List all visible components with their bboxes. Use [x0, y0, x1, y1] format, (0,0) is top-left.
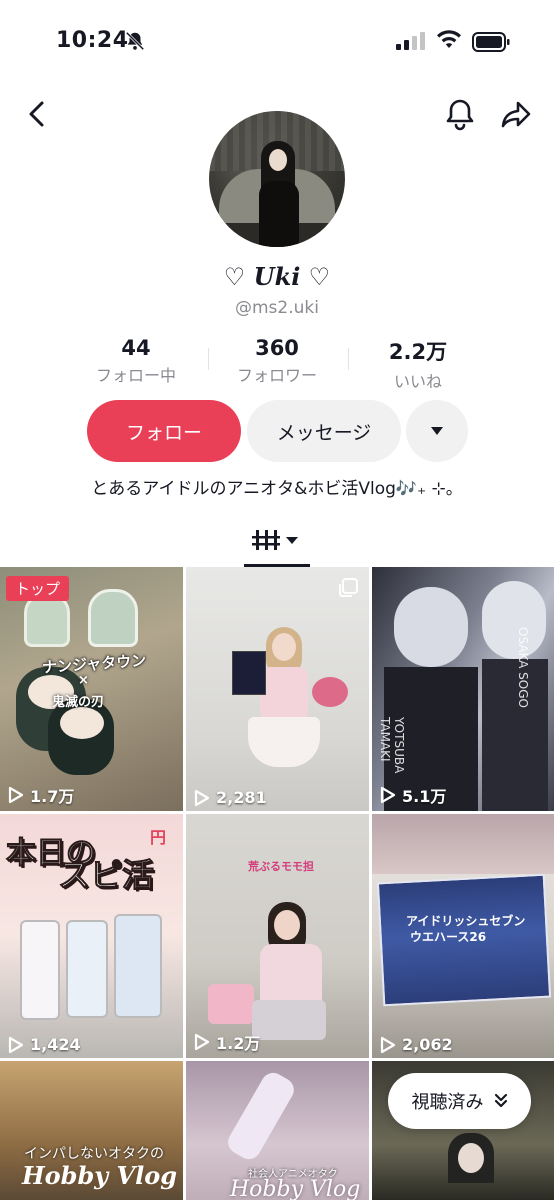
view-count: 1,424 [8, 1035, 81, 1054]
view-count-value: 1.2万 [216, 1034, 261, 1053]
watched-label: 視聴済み [411, 1092, 484, 1113]
character-head [482, 581, 546, 659]
view-count-value: 1,424 [30, 1035, 81, 1054]
view-count-value: 2,281 [216, 788, 267, 807]
bell-icon [446, 99, 474, 131]
stat-following-label: フォロー中 [95, 366, 176, 385]
person-skirt [248, 717, 320, 767]
stat-following[interactable]: 44 フォロー中 [76, 336, 196, 386]
caret-down-icon [431, 427, 443, 435]
stat-likes-value: 2.2万 [388, 340, 448, 364]
video-tile[interactable]: 本日の スピ活 円 1,424 [0, 814, 183, 1058]
product-bottle [223, 1068, 299, 1164]
person-face [272, 633, 296, 661]
video-overlay-text: 荒ぶるモモ担 [248, 860, 314, 873]
view-count-value: 5.1万 [402, 787, 447, 806]
character-head [394, 587, 468, 667]
watched-filter-button[interactable]: 視聴済み [388, 1073, 531, 1129]
view-count: 1.2万 [194, 1030, 260, 1054]
chevron-double-down-icon [494, 1093, 507, 1108]
username: @ms2.uki [235, 298, 319, 318]
stat-followers-label: フォロワー [236, 366, 317, 385]
held-book [232, 651, 266, 695]
avatar[interactable] [209, 111, 345, 247]
person-top [260, 667, 308, 721]
video-overlay-text: スピ活 [57, 856, 155, 895]
signal-icon [396, 32, 426, 54]
status-time: 10:24 [56, 28, 129, 53]
video-tile[interactable]: 荒ぶるモモ担 1.2万 [186, 814, 369, 1058]
video-tile[interactable]: 社会人アニメオタク Hobby Vlog [186, 1061, 369, 1200]
video-overlay-text: Hobby Vlog [22, 1161, 178, 1190]
back-icon [29, 101, 44, 127]
shopping-bag [208, 984, 254, 1024]
video-tile[interactable]: インパしないオタクの Hobby Vlog [0, 1061, 183, 1200]
background-person [372, 814, 554, 874]
tab-videos[interactable] [252, 528, 302, 552]
bell-slash-icon [124, 30, 146, 56]
acrylic-stand [66, 920, 108, 1018]
share-button[interactable] [498, 96, 534, 132]
video-overlay-text: ウエハース26 [410, 930, 487, 944]
multi-image-icon [337, 577, 359, 603]
play-icon [380, 1036, 396, 1053]
video-overlay-text: ナンジャタウン [41, 651, 147, 677]
video-tile[interactable]: アイドリッシュセブン ウエハース26 2,062 [372, 814, 554, 1058]
view-count-value: 1.7万 [30, 787, 75, 806]
person-skirt [252, 1000, 326, 1040]
video-overlay-text: 鬼滅の刃 [52, 695, 105, 710]
play-icon [194, 1033, 210, 1051]
play-icon [8, 786, 24, 804]
view-count-value: 2,062 [402, 1035, 453, 1054]
view-count: 5.1万 [380, 783, 446, 807]
bio: とあるアイドルのアニオタ&ホビ活Vlog🎶₊ ⊹。 [91, 479, 463, 499]
video-overlay-text: × [78, 673, 89, 688]
video-overlay-text: インパしないオタクの [24, 1146, 164, 1162]
view-count: 1.7万 [8, 783, 74, 807]
message-button[interactable]: メッセージ [247, 400, 401, 462]
person-face [458, 1143, 484, 1173]
follow-button[interactable]: フォロー [87, 400, 241, 462]
stat-followers-value: 360 [255, 336, 299, 360]
video-overlay-text: 円 [150, 828, 167, 847]
character-body [482, 659, 548, 811]
drink-cup [88, 589, 138, 647]
profile-stats: 44 フォロー中 360 フォロワー 2.2万 いいね [66, 336, 490, 392]
plush-face [60, 707, 104, 739]
stat-likes[interactable]: 2.2万 いいね [358, 336, 478, 392]
stat-likes-label: いいね [393, 372, 442, 391]
video-tile[interactable]: YOTSUBA TAMAKI OSAKA SOGO 5.1万 [372, 567, 554, 811]
drink-cup [24, 593, 70, 647]
video-overlay-text: アイドリッシュセブン [406, 914, 526, 928]
wifi-icon [436, 30, 462, 54]
share-icon [501, 101, 531, 128]
video-tile[interactable]: ナンジャタウン × 鬼滅の刃 トップ 1.7万 [0, 567, 183, 811]
battery-icon [472, 32, 510, 56]
video-overlay-text: OSAKA SOGO [516, 627, 530, 708]
play-icon [194, 789, 210, 806]
acrylic-stand [114, 914, 162, 1018]
play-icon [380, 786, 396, 804]
held-plush [312, 677, 348, 707]
display-name: ♡ Uki ♡ [223, 262, 331, 291]
avatar-person-face [269, 149, 287, 171]
video-tile[interactable]: 2,281 [186, 567, 369, 811]
more-options-button[interactable] [406, 400, 468, 462]
video-overlay-text: Hobby Vlog [230, 1177, 361, 1200]
notification-button[interactable] [442, 96, 478, 132]
view-count: 2,281 [194, 788, 267, 807]
stat-following-value: 44 [121, 336, 151, 360]
grid-filter-icon [252, 530, 298, 550]
pinned-badge: トップ [6, 576, 70, 601]
avatar-person-body [259, 181, 299, 247]
play-icon [8, 1036, 24, 1053]
back-button[interactable] [22, 98, 54, 130]
view-count: 2,062 [380, 1035, 453, 1054]
stat-followers[interactable]: 360 フォロワー [217, 336, 337, 386]
stat-divider [208, 348, 209, 370]
stat-divider [348, 348, 349, 370]
acrylic-stand [20, 920, 60, 1020]
person-face [274, 910, 300, 940]
status-bar: 10:24 [0, 0, 554, 80]
